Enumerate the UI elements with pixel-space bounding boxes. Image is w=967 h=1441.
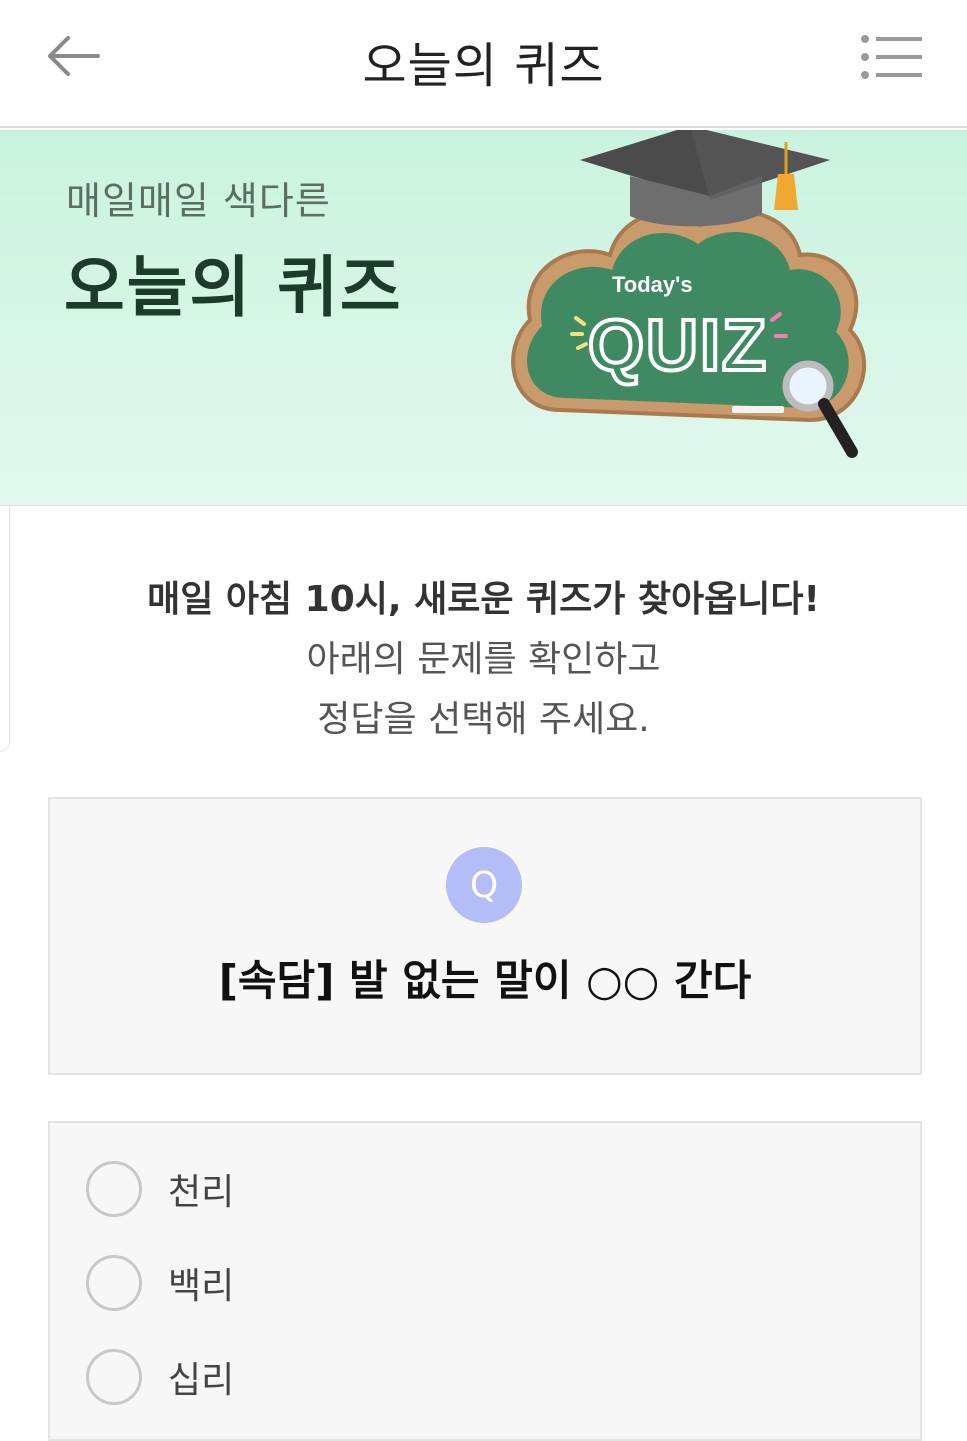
answer-options: 천리 백리 십리	[48, 1121, 922, 1441]
intro-headline: 매일 아침 10시, 새로운 퀴즈가 찾아옵니다!	[147, 579, 820, 620]
todays-quiz-illustration: Today's QUIZ	[511, 130, 867, 458]
option-1[interactable]: 천리	[86, 1159, 234, 1219]
radio-button[interactable]	[86, 1349, 142, 1405]
quiz-banner: 매일매일 색다른 오늘의 퀴즈 Today's QUIZ	[0, 130, 967, 506]
banner-title: 오늘의 퀴즈	[64, 249, 403, 326]
page-title: 오늘의 퀴즈	[362, 38, 605, 94]
option-2[interactable]: 백리	[86, 1253, 234, 1313]
question-text: [속담] 발 없는 말이 ○○ 간다	[218, 956, 752, 1005]
intro-text: 매일 아침 10시, 새로운 퀴즈가 찾아옵니다! 아래의 문제를 확인하고 정…	[0, 570, 967, 750]
intro-line: 정답을 선택해 주세요.	[317, 699, 650, 740]
art-caption: Today's	[612, 272, 693, 297]
question-card: Q [속담] 발 없는 말이 ○○ 간다	[48, 797, 922, 1075]
question-badge: Q	[446, 847, 522, 923]
option-3[interactable]: 십리	[86, 1347, 234, 1407]
banner-subtitle: 매일매일 색다른	[66, 179, 331, 223]
intro-line: 아래의 문제를 확인하고	[306, 639, 661, 680]
option-label: 십리	[168, 1360, 235, 1401]
radio-button[interactable]	[86, 1255, 142, 1311]
top-app-bar: 오늘의 퀴즈	[0, 0, 967, 128]
option-label: 백리	[168, 1266, 235, 1307]
menu-button[interactable]	[856, 30, 926, 84]
option-label: 천리	[168, 1172, 235, 1213]
radio-button[interactable]	[86, 1161, 142, 1217]
list-menu-icon	[861, 35, 922, 79]
art-word: QUIZ	[588, 306, 768, 386]
